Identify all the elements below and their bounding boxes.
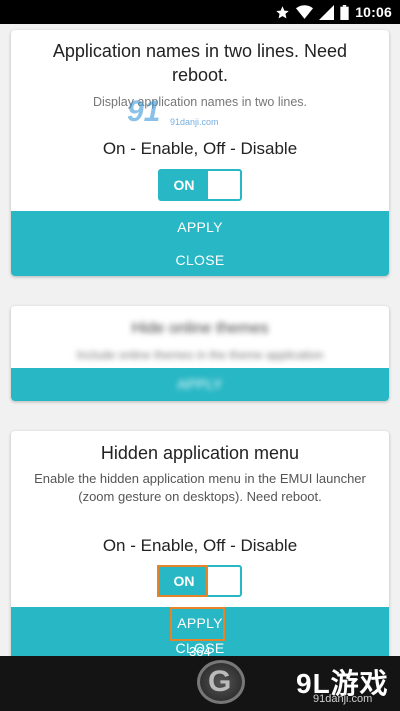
card-description: Display application names in two lines. [93, 95, 307, 109]
watermark-brand: 91 [127, 95, 161, 128]
card-actions: APPLY [11, 368, 389, 401]
status-icons: 10:06 [275, 4, 392, 20]
settings-card-app-names: Application names in two lines. Need reb… [11, 30, 389, 276]
card-option-text: On - Enable, Off - Disable [102, 536, 298, 555]
star-icon [276, 5, 289, 18]
battery-icon [340, 4, 349, 20]
watermark-url: 91danji.com [170, 117, 219, 127]
signal-icon [319, 4, 335, 20]
card-actions: APPLY CLOSE [11, 211, 389, 276]
toggle-highlight-box [157, 565, 208, 597]
apply-highlight-box [170, 607, 225, 641]
toggle-on-label: ON [160, 171, 208, 199]
card-description: Include online themes in the theme appli… [76, 348, 324, 362]
card-option-text: On - Enable, Off - Disable [102, 139, 298, 158]
apply-button[interactable]: APPLY [11, 368, 389, 401]
card-title: Hide online themes [131, 320, 269, 337]
watermark-logo: 91 [127, 95, 160, 129]
enable-toggle[interactable]: ON [158, 169, 242, 201]
apply-button[interactable]: APPLY [11, 211, 389, 244]
game-logo-letter: G [208, 665, 232, 698]
card-title: Application names in two lines. Need reb… [52, 41, 348, 85]
counter-text: 364 [189, 644, 211, 659]
close-button[interactable]: CLOSE [11, 244, 389, 276]
card-description: Enable the hidden application menu in th… [34, 471, 366, 504]
settings-card-online-themes: Hide online themes Include online themes… [11, 306, 389, 401]
status-bar: 10:06 [0, 0, 400, 24]
wifi-icon [296, 4, 314, 19]
card-title: Hidden application menu [100, 443, 300, 463]
bottom-brand-url: 91danji.com [313, 693, 373, 705]
status-time: 10:06 [355, 4, 392, 20]
